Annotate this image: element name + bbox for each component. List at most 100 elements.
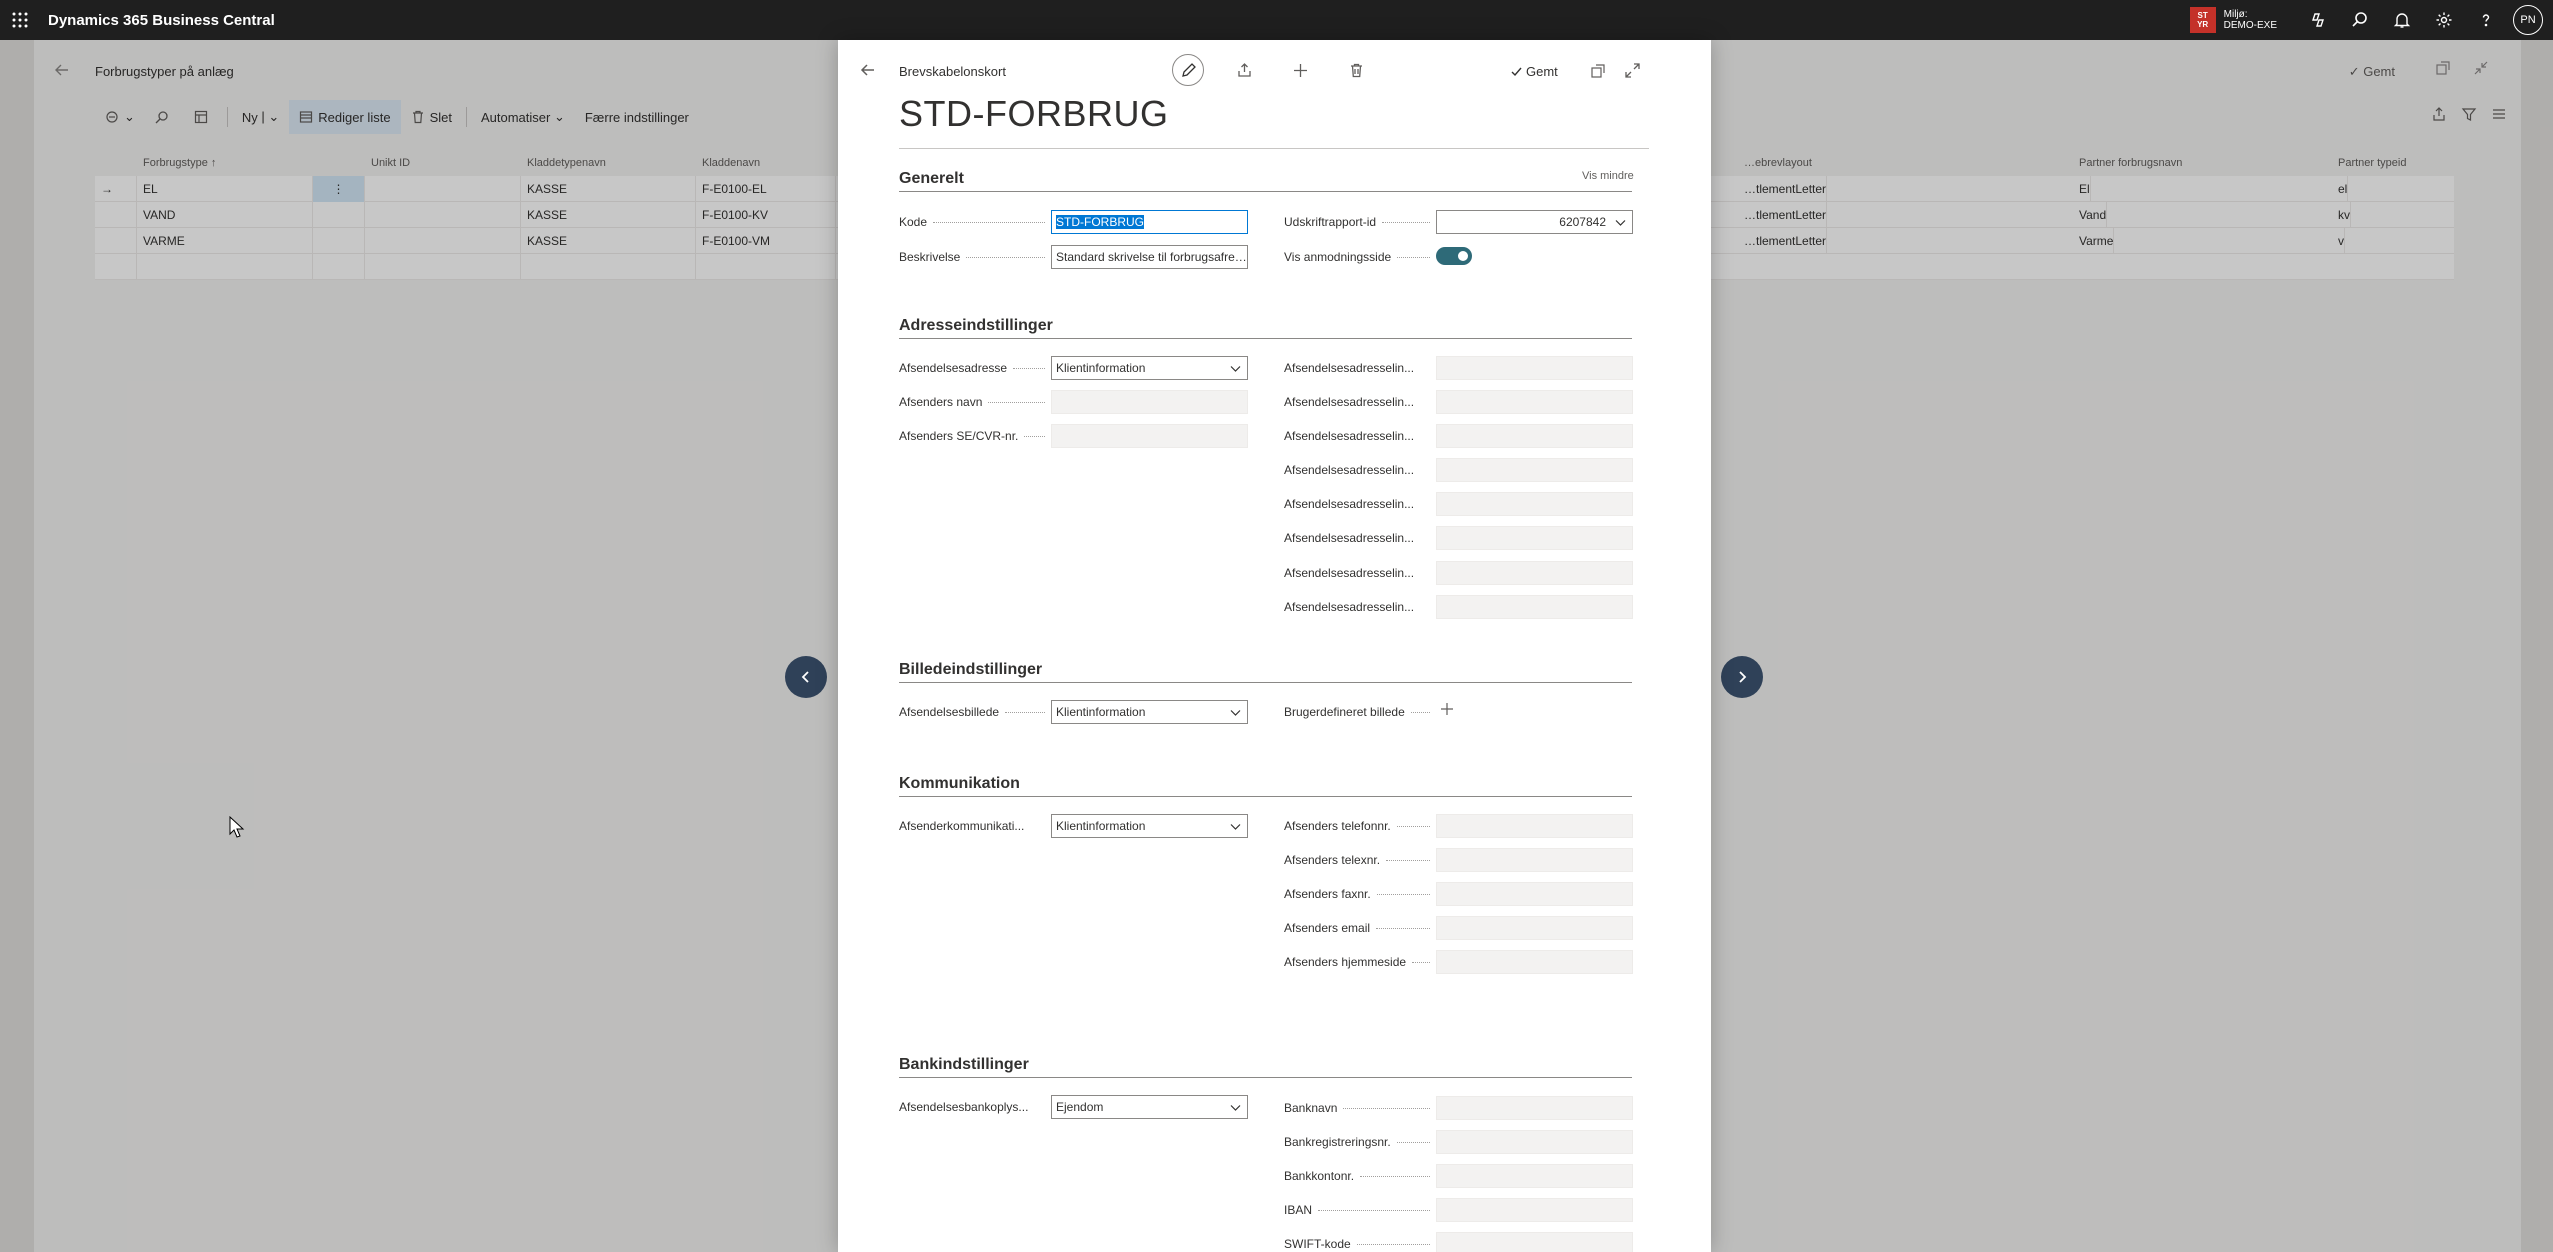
sender-phone-label: Afsenders telefonnr. [1284,814,1436,838]
address-line-field[interactable] [1436,458,1633,482]
section-bank-heading[interactable]: Bankindstillinger [899,1056,1029,1074]
environment-badge: ST YR [2189,7,2216,33]
chevron-down-icon [1230,1105,1241,1111]
address-line-field[interactable] [1436,424,1633,448]
sender-name-field[interactable] [1051,390,1248,414]
saved-status: Gemt [1510,64,1558,79]
card-header: Brevskabelonskort Gemt [838,40,1711,100]
swift-label: SWIFT-kode [1284,1232,1436,1252]
iban-label: IBAN [1284,1198,1436,1222]
request-page-toggle[interactable] [1436,247,1472,265]
sender-bank-select[interactable]: Ejendom [1051,1095,1248,1119]
address-line-label: Afsendelsesadresselin... [1284,395,1415,409]
code-label: Kode [899,210,1051,234]
sender-telex-label: Afsenders telexnr. [1284,848,1436,872]
sender-address-label: Afsendelsesadresse [899,356,1051,380]
sender-vat-label: Afsenders SE/CVR-nr. [899,424,1051,448]
section-divider [899,796,1632,797]
environment-name: DEMO-EXE [2223,20,2277,31]
request-page-label: Vis anmodningsside [1284,245,1436,269]
bank-reg-label: Bankregistreringsnr. [1284,1130,1436,1154]
sender-address-select[interactable]: Klientinformation [1051,356,1248,380]
share-icon[interactable] [1228,54,1260,86]
bank-name-label: Banknavn [1284,1096,1436,1120]
custom-image-label: Brugerdefineret billede [1284,700,1436,724]
sender-bank-label: Afsendelsesbankoplys... [899,1100,1029,1114]
swift-field[interactable] [1436,1232,1633,1252]
address-line-field[interactable] [1436,492,1633,516]
address-line-field[interactable] [1436,356,1633,380]
sender-email-field[interactable] [1436,916,1633,940]
sender-telex-field[interactable] [1436,848,1633,872]
description-label: Beskrivelse [899,245,1051,269]
sender-image-select[interactable]: Klientinformation [1051,700,1248,724]
sender-fax-label: Afsenders faxnr. [1284,882,1436,906]
sender-image-label: Afsendelsesbillede [899,700,1051,724]
expand-icon[interactable] [1616,54,1648,86]
report-id-select[interactable]: 6207842 [1436,210,1633,234]
chevron-down-icon [1230,824,1241,830]
next-record-button[interactable] [1721,656,1763,698]
app-name[interactable]: Dynamics 365 Business Central [48,12,275,29]
settings-gear-icon[interactable] [2423,0,2465,40]
section-divider [899,191,1632,192]
search-icon[interactable] [2339,0,2381,40]
title-divider [899,148,1649,149]
letter-template-card: Brevskabelonskort Gemt STD-FORBRUG Gener… [838,40,1711,1252]
sender-communication-label: Afsenderkommunikati... [899,819,1025,833]
address-line-field[interactable] [1436,526,1633,550]
section-communication-heading[interactable]: Kommunikation [899,775,1020,793]
add-new-icon[interactable] [1284,54,1316,86]
previous-record-button[interactable] [785,656,827,698]
address-line-label: Afsendelsesadresselin... [1284,566,1415,580]
address-line-label: Afsendelsesadresselin... [1284,497,1415,511]
show-less-link[interactable]: Vis mindre [1582,170,1634,182]
sender-email-label: Afsenders email [1284,916,1436,940]
report-id-label: Udskriftrapport-id [1284,210,1436,234]
section-address-heading[interactable]: Adresseindstillinger [899,317,1053,335]
notifications-icon[interactable] [2381,0,2423,40]
chevron-down-icon [1230,710,1241,716]
help-icon[interactable] [2465,0,2507,40]
bank-account-label: Bankkontonr. [1284,1164,1436,1188]
sender-phone-field[interactable] [1436,814,1633,838]
address-line-label: Afsendelsesadresselin... [1284,429,1415,443]
copilot-icon[interactable] [2297,0,2339,40]
chevron-down-icon [1230,366,1241,372]
address-line-field[interactable] [1436,390,1633,414]
address-line-field[interactable] [1436,561,1633,585]
section-divider [899,682,1632,683]
description-input[interactable]: Standard skrivelse til forbrugsafre… [1051,245,1248,269]
edit-pencil-icon[interactable] [1172,54,1204,86]
breadcrumb: Brevskabelonskort [899,64,1006,79]
section-image-heading[interactable]: Billedeindstillinger [899,661,1042,679]
user-avatar[interactable]: PN [2513,5,2543,35]
bank-reg-field[interactable] [1436,1130,1633,1154]
top-bar: Dynamics 365 Business Central ST YR Miljø… [0,0,2553,40]
bank-name-field[interactable] [1436,1096,1633,1120]
address-line-label: Afsendelsesadresselin... [1284,463,1415,477]
back-arrow-icon[interactable] [854,56,882,84]
open-new-window-icon[interactable] [1582,54,1614,86]
add-image-plus-icon[interactable] [1440,702,1454,716]
address-line-label: Afsendelsesadresselin... [1284,361,1415,375]
iban-field[interactable] [1436,1198,1633,1222]
section-divider [899,338,1632,339]
code-input[interactable]: STD-FORBRUG [1051,210,1248,234]
delete-trash-icon[interactable] [1340,54,1372,86]
sender-communication-select[interactable]: Klientinformation [1051,814,1248,838]
app-launcher-icon[interactable] [0,0,40,40]
environment-indicator[interactable]: ST YR Miljø: DEMO-EXE [2189,7,2277,33]
mouse-cursor-icon [229,816,245,838]
environment-label: Miljø: [2223,9,2248,20]
address-line-field[interactable] [1436,595,1633,619]
sender-vat-field[interactable] [1051,424,1248,448]
address-line-label: Afsendelsesadresselin... [1284,531,1415,545]
address-line-label: Afsendelsesadresselin... [1284,600,1415,614]
chevron-down-icon [1615,220,1626,226]
sender-website-field[interactable] [1436,950,1633,974]
section-general-heading[interactable]: Generelt [899,170,964,188]
bank-account-field[interactable] [1436,1164,1633,1188]
sender-fax-field[interactable] [1436,882,1633,906]
sender-name-label: Afsenders navn [899,390,1051,414]
